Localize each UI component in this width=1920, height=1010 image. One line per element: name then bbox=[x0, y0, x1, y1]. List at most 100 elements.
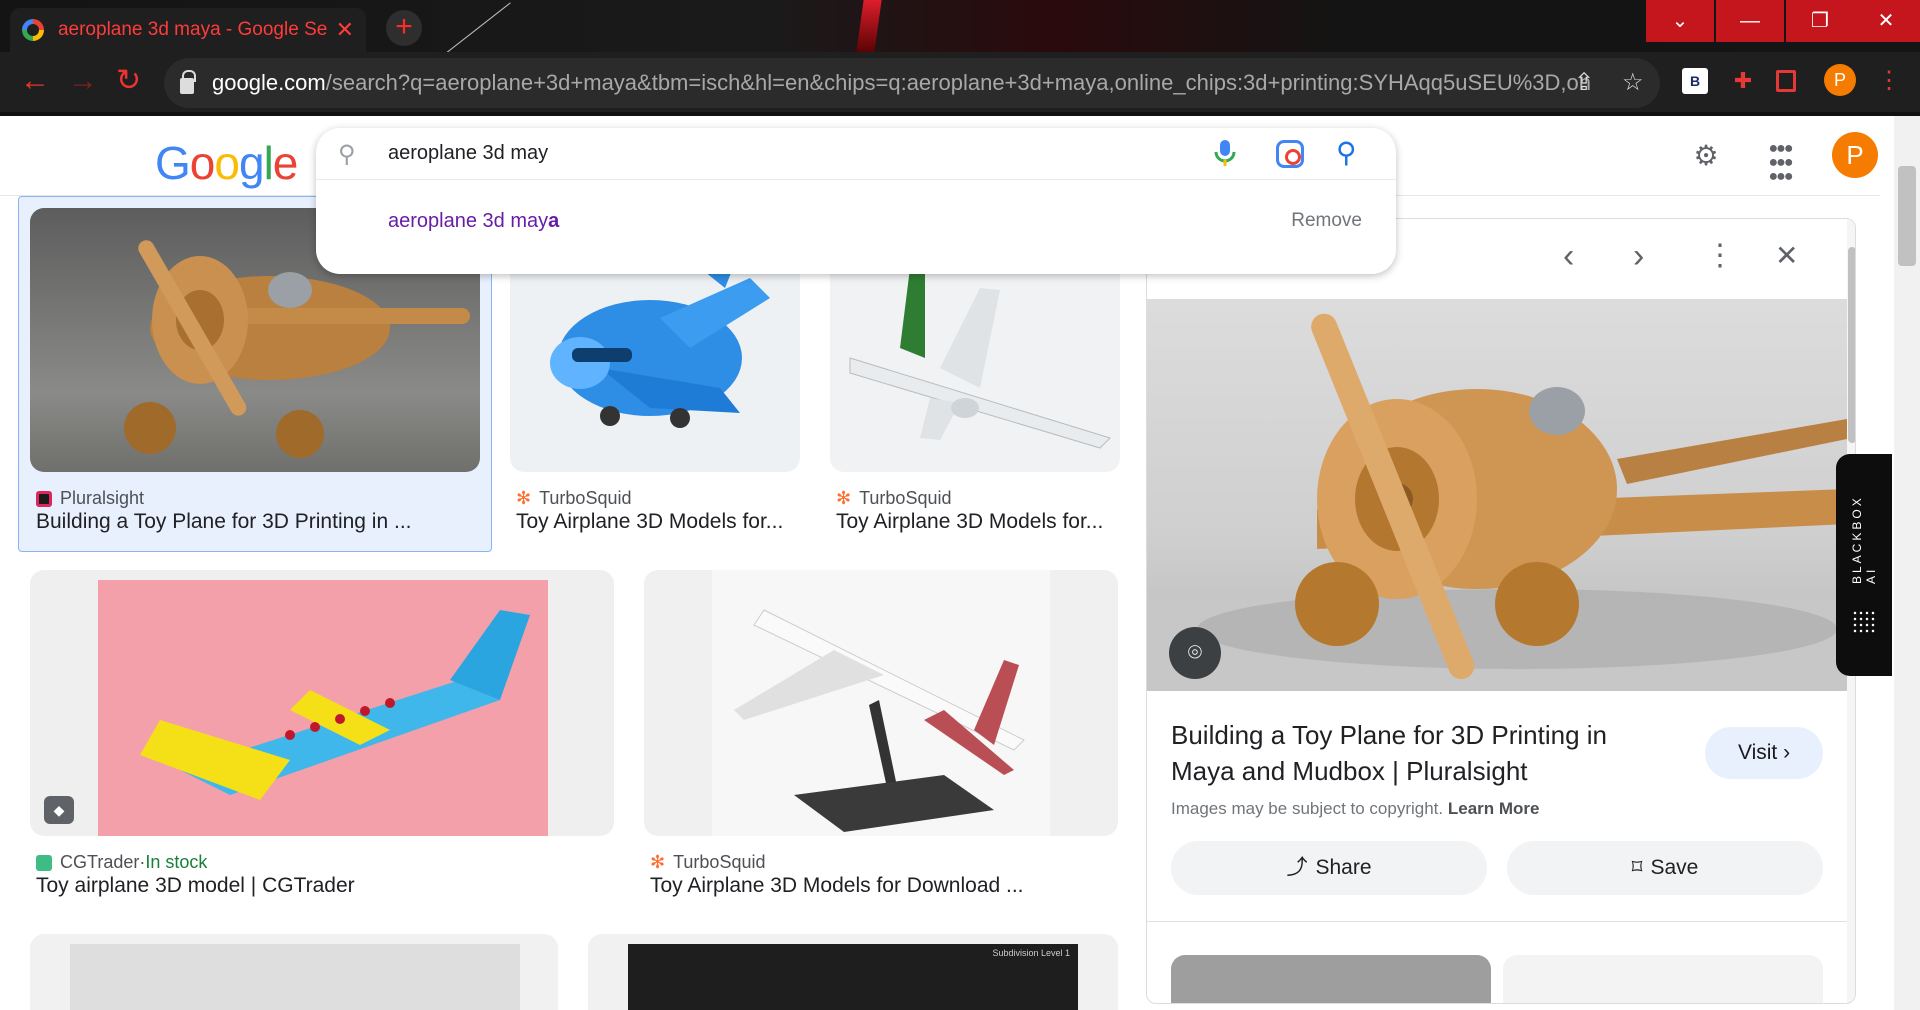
forward-button[interactable]: → bbox=[68, 66, 98, 96]
result-title-5[interactable]: Toy Airplane 3D Models for Download ... bbox=[650, 874, 1024, 898]
tab-search-button[interactable]: ⌄ bbox=[1646, 0, 1714, 42]
restore-button[interactable]: ❐ bbox=[1786, 0, 1854, 42]
close-panel-icon[interactable]: ✕ bbox=[1775, 239, 1798, 273]
google-logo-letter: o bbox=[189, 137, 216, 189]
autocomplete-suggestion[interactable]: aeroplane 3d maya bbox=[388, 210, 559, 233]
share-label: Share bbox=[1315, 856, 1372, 879]
remove-suggestion-button[interactable]: Remove bbox=[1291, 210, 1362, 232]
tab-title: aeroplane 3d maya - Google Search bbox=[57, 19, 328, 40]
panel-scrollbar-thumb[interactable] bbox=[1848, 247, 1855, 443]
new-tab-button[interactable]: + bbox=[386, 10, 422, 46]
google-lens-search-icon[interactable] bbox=[1276, 140, 1304, 168]
browser-menu-icon[interactable]: ⋮ bbox=[1876, 68, 1902, 94]
google-logo-letter: e bbox=[272, 137, 299, 189]
result-source-2[interactable]: ✻ TurboSquid bbox=[516, 488, 631, 509]
result-card-7[interactable]: Subdivision Level 1 bbox=[588, 934, 1118, 1010]
dark-plane-render-image: Subdivision Level 1 bbox=[628, 944, 1078, 1010]
search-input[interactable]: aeroplane 3d may bbox=[388, 142, 548, 165]
result-source-1[interactable]: Pluralsight bbox=[36, 488, 144, 509]
result-title-4[interactable]: Toy airplane 3D model | CGTrader bbox=[36, 874, 355, 898]
panel-divider bbox=[1147, 921, 1847, 922]
visit-button[interactable]: Visit › bbox=[1705, 727, 1823, 779]
in-stock-label: In stock bbox=[145, 852, 208, 872]
blackbox-label: BLACKBOX AI bbox=[1850, 495, 1878, 584]
profile-avatar[interactable]: P bbox=[1824, 64, 1856, 96]
more-options-icon[interactable]: ⋮ bbox=[1705, 239, 1735, 273]
google-logo-letter: o bbox=[214, 137, 240, 189]
result-source-3[interactable]: ✻ TurboSquid bbox=[836, 488, 951, 509]
subdivision-label: Subdivision Level 1 bbox=[992, 948, 1070, 958]
google-lens-icon[interactable]: ⌾ bbox=[1169, 627, 1221, 679]
result-title-1[interactable]: Building a Toy Plane for 3D Printing in … bbox=[36, 510, 412, 534]
result-thumbnail-6[interactable] bbox=[30, 934, 558, 1010]
save-label: Save bbox=[1650, 856, 1699, 879]
related-image-2[interactable] bbox=[1503, 955, 1823, 1003]
google-logo-letter: l bbox=[263, 137, 274, 189]
result-source-name-2: TurboSquid bbox=[539, 488, 632, 508]
cgtrader-favicon-icon bbox=[36, 854, 52, 871]
back-button[interactable]: ← bbox=[20, 66, 50, 96]
google-logo-letter: G bbox=[155, 137, 191, 189]
tab-close-icon[interactable]: ✕ bbox=[336, 17, 354, 43]
wallpaper-line bbox=[439, 2, 511, 59]
google-images-page: Pluralsight Building a Toy Plane for 3D … bbox=[0, 116, 1920, 1010]
preview-image[interactable] bbox=[1147, 299, 1847, 691]
result-source-5[interactable]: ✻ TurboSquid bbox=[650, 852, 765, 873]
previous-arrow-icon[interactable]: ‹ bbox=[1563, 239, 1574, 273]
result-thumbnail-7[interactable]: Subdivision Level 1 bbox=[588, 934, 1118, 1010]
share-button[interactable]: ⤴ Share bbox=[1171, 841, 1487, 895]
blackbox-ai-sidebar-tab[interactable]: BLACKBOX AI bbox=[1836, 454, 1892, 676]
grey-plane-image bbox=[70, 944, 520, 1010]
result-source-name-1: Pluralsight bbox=[60, 488, 145, 508]
google-logo[interactable]: Google bbox=[155, 136, 299, 190]
learn-more-link[interactable]: Learn More bbox=[1448, 799, 1540, 818]
result-title-2[interactable]: Toy Airplane 3D Models for... bbox=[516, 510, 783, 534]
account-avatar[interactable]: P bbox=[1832, 132, 1878, 178]
page-scrollbar[interactable] bbox=[1894, 116, 1920, 1010]
result-source-name-4: CGTrader bbox=[60, 852, 140, 872]
share-icon: ⤴ bbox=[1286, 856, 1308, 879]
result-source-name-3: TurboSquid bbox=[859, 488, 952, 508]
settings-gear-icon[interactable]: ⚙ bbox=[1686, 136, 1726, 176]
search-input-row[interactable]: ⚲ aeroplane 3d may ⚲ bbox=[316, 128, 1396, 180]
reload-button[interactable]: ↻ bbox=[116, 66, 141, 96]
google-apps-grid-icon[interactable]: ●●● ●●● ●●● bbox=[1760, 136, 1800, 185]
google-favicon-icon bbox=[22, 19, 44, 41]
result-thumbnail-4[interactable]: ◆ bbox=[30, 570, 614, 836]
result-card-5[interactable]: ✻ TurboSquid Toy Airplane 3D Models for … bbox=[644, 570, 1118, 906]
page-scrollbar-thumb[interactable] bbox=[1898, 166, 1916, 266]
url-domain: google.com bbox=[212, 70, 326, 95]
price-tag-icon: ◆ bbox=[44, 796, 74, 824]
bookmark-icon: ⌑ bbox=[1631, 856, 1643, 879]
result-source-4[interactable]: CGTrader · In stock bbox=[36, 852, 207, 873]
browser-tab-active[interactable]: aeroplane 3d maya - Google Search ✕ bbox=[10, 8, 366, 52]
image-preview-panel: ‹ › ⋮ ✕ ⌾ Building a Toy Plane for 3D Pr… bbox=[1146, 218, 1856, 1004]
side-panel-icon[interactable] bbox=[1776, 70, 1796, 92]
colorful-toy-plane-image bbox=[98, 580, 548, 836]
result-card-6[interactable] bbox=[30, 934, 558, 1010]
blackbox-extension-icon[interactable]: B bbox=[1682, 68, 1708, 94]
bookmark-star-icon[interactable]: ☆ bbox=[1622, 70, 1644, 96]
address-bar[interactable]: google.com/search?q=aeroplane+3d+maya&tb… bbox=[164, 58, 1660, 108]
result-thumbnail-5[interactable] bbox=[644, 570, 1118, 836]
result-title-3[interactable]: Toy Airplane 3D Models for... bbox=[836, 510, 1103, 534]
search-box[interactable]: ⚲ aeroplane 3d may ⚲ aeroplane 3d maya R… bbox=[316, 128, 1396, 274]
save-button[interactable]: ⌑ Save bbox=[1507, 841, 1823, 895]
tab-strip: aeroplane 3d maya - Google Search ✕ + ⌄ … bbox=[0, 0, 1920, 59]
next-arrow-icon[interactable]: › bbox=[1633, 239, 1644, 273]
preview-title[interactable]: Building a Toy Plane for 3D Printing in … bbox=[1171, 717, 1651, 789]
airplane-model-stand-image bbox=[712, 570, 1050, 836]
address-url[interactable]: google.com/search?q=aeroplane+3d+maya&tb… bbox=[212, 70, 1592, 96]
result-card-4[interactable]: ◆ CGTrader · In stock Toy airplane 3D mo… bbox=[30, 570, 614, 906]
voice-search-microphone-icon[interactable] bbox=[1212, 138, 1238, 168]
blackbox-dots-icon bbox=[1852, 610, 1876, 634]
share-icon[interactable]: ⇪ bbox=[1574, 70, 1594, 96]
search-submit-icon[interactable]: ⚲ bbox=[1336, 136, 1357, 169]
lock-icon[interactable] bbox=[180, 70, 196, 94]
minimize-button[interactable]: — bbox=[1716, 0, 1784, 42]
extensions-puzzle-icon[interactable]: ✚ bbox=[1730, 68, 1756, 94]
suggestion-prefix: aeroplane 3d may bbox=[388, 210, 549, 232]
url-path: /search?q=aeroplane+3d+maya&tbm=isch&hl=… bbox=[325, 70, 1592, 95]
related-image-1[interactable] bbox=[1171, 955, 1491, 1003]
close-window-button[interactable]: ✕ bbox=[1852, 0, 1920, 42]
